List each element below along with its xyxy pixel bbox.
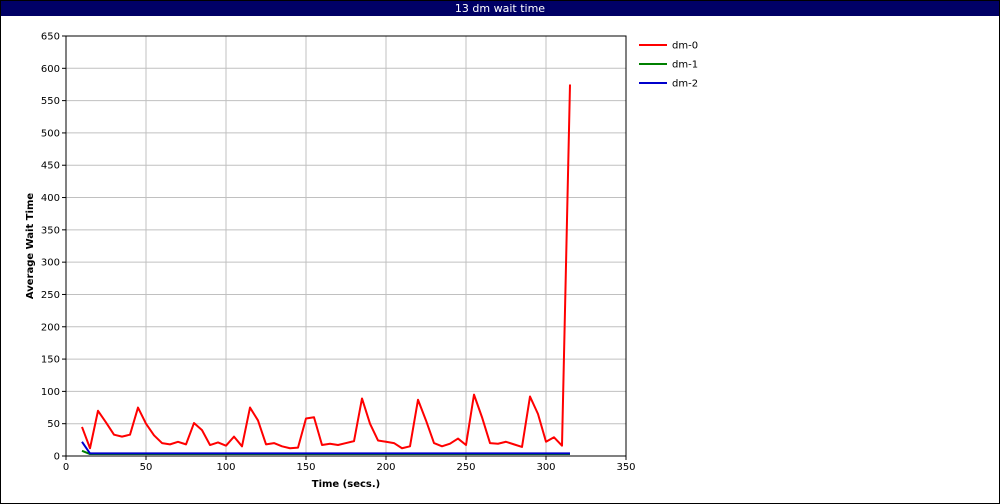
x-tick-label: 250 [456, 462, 475, 473]
legend-label: dm-0 [672, 41, 698, 52]
y-tick-label: 650 [41, 32, 60, 43]
y-tick-label: 350 [41, 225, 60, 236]
y-tick-label: 300 [41, 258, 60, 269]
y-tick-label: 250 [41, 290, 60, 301]
y-tick-label: 200 [41, 322, 60, 333]
chart-canvas: 0 50 100 150 200 250 300 350 0 50 100 150 200 250 300 3… [25, 32, 698, 491]
y-axis-title: Average Wait Time [25, 193, 36, 300]
x-tick-label: 350 [616, 462, 635, 473]
series-lines [81, 84, 571, 456]
legend-label: dm-2 [672, 79, 698, 90]
y-tick-label: 150 [41, 355, 60, 366]
y-tick-label: 100 [41, 387, 60, 398]
y-tick-label: 600 [41, 64, 60, 75]
y-tick-label: 400 [41, 193, 60, 204]
legend: dm-0 dm-1 dm-2 [639, 41, 698, 90]
chart-frame: 13 dm wait time 0 50 100 150 200 250 300 350 0 50… [0, 0, 1000, 504]
y-tick-label: 0 [54, 452, 60, 463]
x-tick-label: 100 [216, 462, 235, 473]
x-tick-label: 50 [140, 462, 153, 473]
series-line-dm-0 [81, 84, 571, 450]
y-tick-label: 550 [41, 96, 60, 107]
x-tick-label: 200 [376, 462, 395, 473]
y-tick-label: 50 [47, 419, 60, 430]
x-tick-label: 0 [63, 462, 69, 473]
x-tick-label: 300 [536, 462, 555, 473]
x-axis-title: Time (secs.) [312, 479, 381, 490]
plot-area [65, 35, 627, 457]
legend-label: dm-1 [672, 60, 698, 71]
x-tick-label: 150 [296, 462, 315, 473]
y-tick-label: 500 [41, 128, 60, 139]
y-tick-label: 450 [41, 161, 60, 172]
grid [65, 35, 627, 457]
